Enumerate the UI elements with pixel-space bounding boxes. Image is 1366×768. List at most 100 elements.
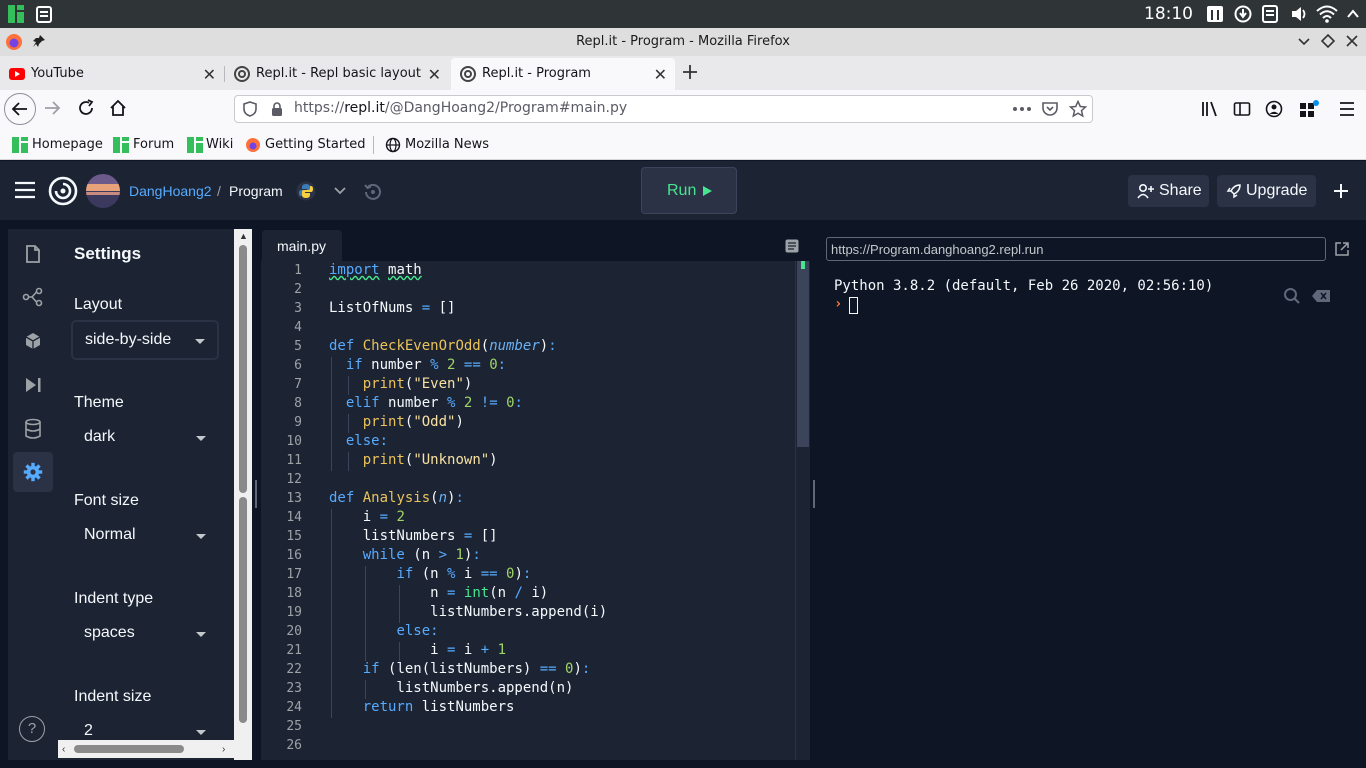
chevron-down-icon[interactable] <box>334 186 346 196</box>
upgrade-button[interactable]: Upgrade <box>1217 175 1316 207</box>
panel-resize-handle[interactable] <box>255 480 257 508</box>
expand-tray-icon[interactable] <box>1346 5 1364 23</box>
code-line[interactable]: 13 def Analysis(n): <box>268 490 798 509</box>
vertical-scrollbar[interactable]: ▲ <box>234 229 252 760</box>
tab-repl-program[interactable]: Repl.it - Program ✕ <box>451 58 675 90</box>
tab-close-icon[interactable]: ✕ <box>428 65 441 84</box>
debugger-icon[interactable] <box>23 375 43 395</box>
scroll-right-icon[interactable]: › <box>222 744 225 755</box>
repl-owner[interactable]: DangHoang2 <box>129 183 212 199</box>
code-line[interactable]: 6 if number % 2 == 0: <box>268 357 798 376</box>
share-button[interactable]: Share <box>1128 175 1209 207</box>
url-text[interactable]: https://repl.it/@DangHoang2/Program#main… <box>294 100 627 116</box>
tracking-shield-icon[interactable] <box>242 101 258 117</box>
reload-icon[interactable] <box>76 98 96 118</box>
editor-options-icon[interactable] <box>785 239 799 253</box>
code-line[interactable]: 17 if (n % i == 0): <box>268 566 798 585</box>
history-icon[interactable] <box>362 181 384 203</box>
code-line[interactable]: 8 elif number % 2 != 0: <box>268 395 798 414</box>
account-icon[interactable] <box>1265 100 1283 118</box>
code-line[interactable]: 14 i = 2 <box>268 509 798 528</box>
new-tab-icon[interactable] <box>681 63 699 81</box>
code-line[interactable]: 19 listNumbers.append(i) <box>268 604 798 623</box>
settings-tab[interactable] <box>13 452 53 492</box>
bookmark-getting-started[interactable]: Getting Started <box>265 137 366 152</box>
home-icon[interactable] <box>108 98 128 118</box>
scroll-left-icon[interactable]: ‹ <box>62 744 65 755</box>
extensions-icon[interactable] <box>1298 100 1320 120</box>
pocket-icon[interactable] <box>1041 100 1059 118</box>
clear-console-icon[interactable] <box>1311 289 1331 303</box>
code-line[interactable]: 20 else: <box>268 623 798 642</box>
sidebar-toggle-icon[interactable] <box>1233 100 1251 118</box>
scroll-up-icon[interactable]: ▲ <box>239 231 248 241</box>
avatar[interactable] <box>86 174 120 208</box>
clipboard-icon[interactable] <box>36 5 54 23</box>
system-clock[interactable]: 18:10 <box>1144 4 1193 24</box>
tab-repl-basic-layout[interactable]: Repl.it - Repl basic layout ✕ <box>225 58 449 90</box>
layout-select[interactable]: side-by-side <box>72 321 218 359</box>
packages-icon[interactable] <box>23 331 43 351</box>
version-control-icon[interactable] <box>22 287 44 307</box>
code-line[interactable]: 15 listNumbers = [] <box>268 528 798 547</box>
tab-youtube[interactable]: YouTube ✕ <box>0 58 224 90</box>
code-line[interactable]: 2 <box>268 281 798 300</box>
code-line[interactable]: 24 return listNumbers <box>268 699 798 718</box>
run-button[interactable]: Run <box>641 167 737 214</box>
scrollbar-thumb[interactable] <box>74 745 184 753</box>
lock-icon[interactable] <box>270 101 284 117</box>
hamburger-menu-icon[interactable] <box>14 181 36 199</box>
tab-close-icon[interactable]: ✕ <box>654 65 667 84</box>
bookmark-wiki[interactable]: Wiki <box>206 137 233 152</box>
minimize-icon[interactable] <box>1297 36 1311 48</box>
console-cursor[interactable] <box>849 297 858 314</box>
library-icon[interactable] <box>1201 100 1219 118</box>
code-line[interactable]: 25 <box>268 718 798 737</box>
console-panel[interactable] <box>818 229 1366 760</box>
bookmark-star-icon[interactable] <box>1069 100 1087 118</box>
notes-icon[interactable] <box>1262 5 1280 23</box>
database-icon[interactable] <box>23 418 43 440</box>
files-icon[interactable] <box>23 244 43 264</box>
menu-icon[interactable] <box>1338 101 1356 117</box>
editor-scrollbar-thumb[interactable] <box>797 261 809 447</box>
indent-size-select[interactable]: 2 <box>72 713 218 743</box>
manjaro-logo-icon[interactable] <box>8 5 26 23</box>
code-line[interactable]: 11 print("Unknown") <box>268 452 798 471</box>
help-button[interactable]: ? <box>19 716 45 742</box>
webview-url-field[interactable]: https://Program.danghoang2.repl.run <box>826 237 1326 261</box>
back-button[interactable] <box>4 93 36 125</box>
theme-select[interactable]: dark <box>72 419 218 457</box>
update-icon[interactable] <box>1234 5 1252 23</box>
code-line[interactable]: 4 <box>268 319 798 338</box>
bookmark-mozilla-news[interactable]: Mozilla News <box>405 137 489 152</box>
open-external-icon[interactable] <box>1334 241 1350 257</box>
code-line[interactable]: 21 i = i + 1 <box>268 642 798 661</box>
indent-type-select[interactable]: spaces <box>72 615 218 653</box>
code-line[interactable]: 18 n = int(n / i) <box>268 585 798 604</box>
scrollbar-thumb[interactable] <box>239 245 247 493</box>
code-line[interactable]: 3 ListOfNums = [] <box>268 300 798 319</box>
repl-name[interactable]: Program <box>229 183 283 199</box>
editor-console-resize-handle[interactable] <box>813 480 815 508</box>
code-line[interactable]: 12 <box>268 471 798 490</box>
bookmark-forum[interactable]: Forum <box>133 137 174 152</box>
code-line[interactable]: 26 <box>268 737 798 756</box>
code-line[interactable]: 1 import math <box>268 262 798 281</box>
close-window-icon[interactable] <box>1345 34 1359 48</box>
code-line[interactable]: 22 if (len(listNumbers) == 0): <box>268 661 798 680</box>
search-icon[interactable] <box>1283 287 1301 305</box>
replit-logo-icon[interactable] <box>48 176 78 206</box>
font-size-select[interactable]: Normal <box>72 517 218 555</box>
volume-icon[interactable] <box>1290 5 1308 23</box>
forward-icon[interactable] <box>42 98 62 118</box>
file-tab-main-py[interactable]: main.py <box>262 230 342 261</box>
wifi-icon[interactable] <box>1316 5 1340 23</box>
maximize-icon[interactable] <box>1321 34 1335 48</box>
bookmark-homepage[interactable]: Homepage <box>32 137 103 152</box>
performance-icon[interactable] <box>1206 5 1224 23</box>
tab-close-icon[interactable]: ✕ <box>203 65 216 84</box>
code-line[interactable]: 10 else: <box>268 433 798 452</box>
code-line[interactable]: 5 def CheckEvenOrOdd(number): <box>268 338 798 357</box>
plus-icon[interactable] <box>1333 183 1349 199</box>
